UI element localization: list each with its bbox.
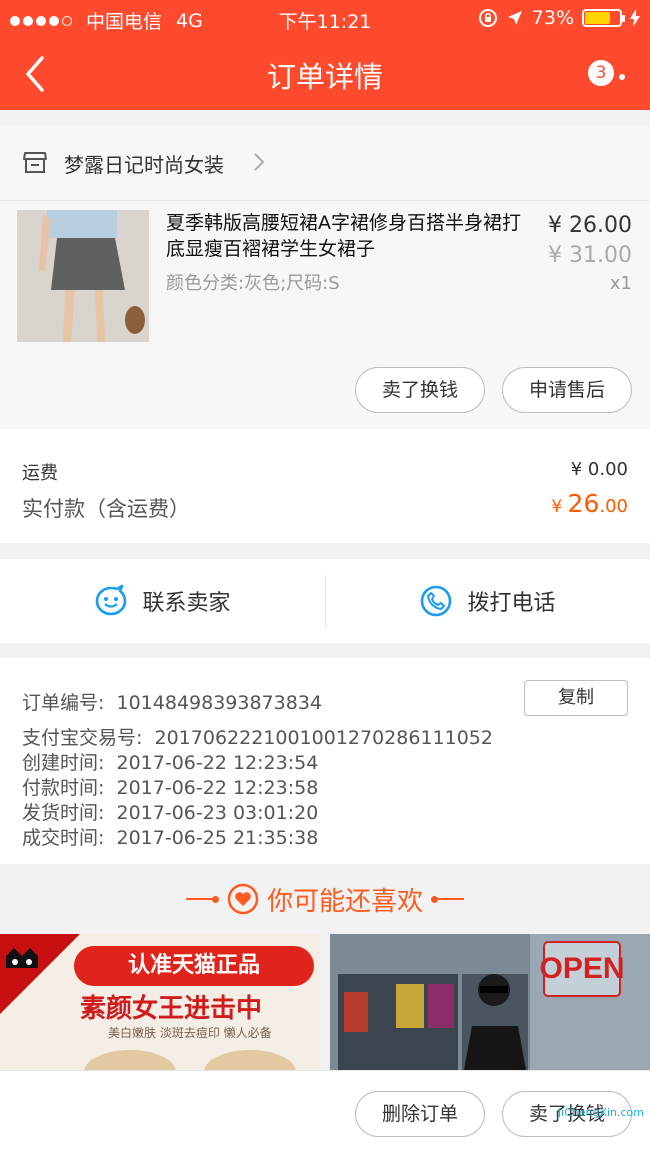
order-number: 10148498393873834 <box>116 692 323 714</box>
product-item[interactable]: 夏季韩版高腰短裙A字裙修身百搭半身裙打底显瘦百褶裙学生女裙子 颜色分类:灰色;尺… <box>0 201 650 429</box>
bottom-action-bar: 删除订单 卖了换钱 <box>0 1070 650 1156</box>
recommend-title: 你可能还喜欢 <box>266 886 423 917</box>
product-price: ¥ 26.00 <box>548 213 632 238</box>
shipped-time: 2017-06-23 03:01:20 <box>116 802 319 824</box>
battery-icon <box>582 9 625 27</box>
product-title[interactable]: 夏季韩版高腰短裙A字裙修身百搭半身裙打底显瘦百褶裙学生女裙子 <box>166 210 526 262</box>
product-quantity: x1 <box>609 273 632 294</box>
order-info: 订单编号: 10148498393873834 复制 支付宝交易号: 20170… <box>0 658 650 864</box>
battery-percent: 73% <box>531 7 574 29</box>
more-menu-button[interactable]: 3 <box>586 58 630 92</box>
copy-button[interactable]: 复制 <box>524 680 628 716</box>
chat-icon <box>96 584 127 616</box>
charging-icon <box>630 9 640 27</box>
closed-label: 成交时间: <box>22 827 105 849</box>
open-sign: OPEN <box>539 952 624 985</box>
shop-name: 梦露日记时尚女装 <box>64 153 224 177</box>
ad-main-text: 素颜女王进击中 <box>80 994 263 1024</box>
contact-bar: 联系卖家 拨打电话 <box>0 559 650 643</box>
shipped-row: 发货时间: 2017-06-23 03:01:20 <box>22 798 318 825</box>
shipping-label: 运费 <box>22 463 58 484</box>
notification-badge: 3 <box>586 58 616 88</box>
recommend-card[interactable]: OPEN <box>330 934 650 1070</box>
paid-time: 2017-06-22 12:23:58 <box>116 777 319 799</box>
shop-header[interactable]: 梦露日记时尚女装 <box>0 125 650 201</box>
paid-time-label: 付款时间: <box>22 777 105 799</box>
closed-row: 成交时间: 2017-06-25 21:35:38 <box>22 823 318 850</box>
tmall-cat-icon <box>0 934 80 1014</box>
page-title: 订单详情 <box>266 60 383 94</box>
product-image[interactable] <box>17 210 149 342</box>
product-original-price: ¥ 31.00 <box>548 243 632 268</box>
watermark: JiChengXin.com <box>557 1106 644 1119</box>
recommend-header: 你可能还喜欢 <box>0 864 650 934</box>
store-icon <box>23 152 47 173</box>
closed-time: 2017-06-25 21:35:38 <box>116 827 319 849</box>
status-bar: 中国电信 4G 下午11:21 73% <box>0 0 650 38</box>
paid-amount: ¥ 26.00 <box>551 489 628 518</box>
paid-label: 实付款（含运费） <box>22 497 190 521</box>
call-phone-button[interactable]: 拨打电话 <box>325 559 650 643</box>
order-number-row: 订单编号: 10148498393873834 <box>22 688 322 715</box>
shipped-label: 发货时间: <box>22 802 105 824</box>
product-sku: 颜色分类:灰色;尺码:S <box>166 273 340 294</box>
shipping-value: ¥ 0.00 <box>570 459 628 480</box>
ad-subtext: 美白嫩肤 淡斑去痘印 懒人必备 <box>108 1026 272 1040</box>
product-jars-image <box>84 1050 296 1070</box>
payment-summary: 运费 ¥ 0.00 实付款（含运费） ¥ 26.00 <box>0 429 650 543</box>
after-sales-button[interactable]: 申请售后 <box>502 367 632 413</box>
alipay-number: 2017062221001001270286111052 <box>154 727 493 749</box>
location-icon <box>507 11 522 25</box>
recommend-card[interactable]: 认准天猫正品 素颜女王进击中 美白嫩肤 淡斑去痘印 懒人必备 <box>0 934 320 1070</box>
call-phone-label: 拨打电话 <box>467 591 556 616</box>
contact-seller-button[interactable]: 联系卖家 <box>0 559 325 643</box>
chevron-right-icon <box>254 153 265 171</box>
storefront-photo: OPEN <box>330 934 650 1070</box>
created-row: 创建时间: 2017-06-22 12:23:54 <box>22 748 318 775</box>
ad-headline: 认准天猫正品 <box>74 946 314 986</box>
decor-line-right <box>431 895 464 903</box>
heart-icon <box>227 883 259 915</box>
rotation-lock-icon <box>478 9 497 27</box>
contact-seller-label: 联系卖家 <box>142 591 231 616</box>
alipay-row: 支付宝交易号: 2017062221001001270286111052 <box>22 723 493 750</box>
sell-for-cash-button[interactable]: 卖了换钱 <box>355 367 485 413</box>
paid-row: 付款时间: 2017-06-22 12:23:58 <box>22 773 318 800</box>
nav-bar: 订单详情 3 <box>0 38 650 110</box>
decor-line-left <box>185 895 219 903</box>
top-bar: 中国电信 4G 下午11:21 73% 订单详情 3 <box>0 0 650 110</box>
created-label: 创建时间: <box>22 752 105 774</box>
created-time: 2017-06-22 12:23:54 <box>116 752 319 774</box>
alipay-label: 支付宝交易号: <box>22 727 143 749</box>
phone-icon <box>421 585 452 617</box>
order-number-label: 订单编号: <box>22 692 105 714</box>
delete-order-button[interactable]: 删除订单 <box>355 1091 485 1137</box>
